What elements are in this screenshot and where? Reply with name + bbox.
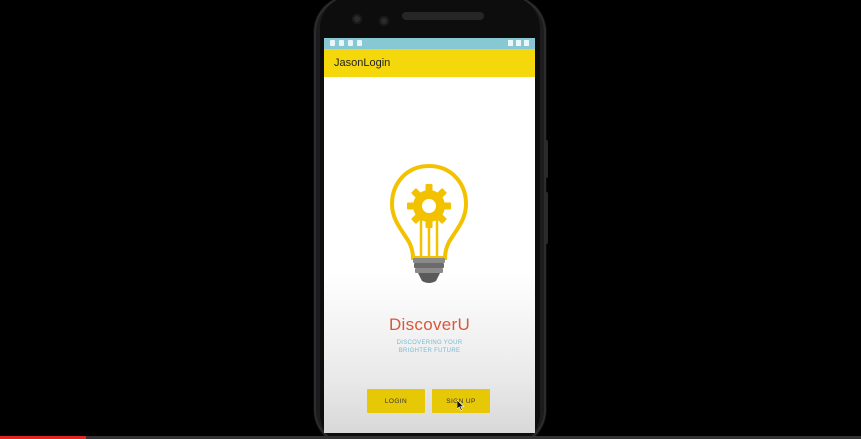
signal-icon: [516, 40, 521, 46]
status-bar: [324, 38, 535, 49]
main-content: DiscoverU DISCOVERING YOUR BRIGHTER FUTU…: [324, 77, 535, 433]
app-title: JasonLogin: [334, 57, 391, 69]
sensor-icon: [379, 16, 389, 26]
tagline-line-1: DISCOVERING YOUR: [396, 340, 463, 346]
login-button[interactable]: LOGIN: [367, 389, 425, 413]
notification-icon: [348, 40, 353, 46]
notification-icon: [339, 40, 344, 46]
wifi-icon: [508, 40, 513, 46]
video-frame: JasonLogin DiscoverU DISCOVERING YOUR BR…: [0, 0, 861, 439]
front-camera-icon: [352, 14, 362, 24]
lightbulb-gear-icon: [389, 163, 469, 283]
notification-icon: [357, 40, 362, 46]
notification-icons: [330, 40, 362, 46]
app-bar: JasonLogin: [324, 49, 535, 77]
app-screen: JasonLogin DiscoverU DISCOVERING YOUR BR…: [324, 38, 535, 433]
mouse-pointer-icon: [457, 400, 465, 411]
earpiece-speaker: [402, 12, 484, 20]
power-button: [545, 140, 548, 178]
tagline-line-2: BRIGHTER FUTURE: [398, 348, 461, 354]
battery-icon: [524, 40, 529, 46]
tagline: DISCOVERING YOUR BRIGHTER FUTURE: [324, 339, 535, 355]
volume-button: [545, 192, 548, 244]
notification-icon: [330, 40, 335, 46]
brand-name: DiscoverU: [388, 315, 471, 334]
system-icons: [508, 40, 529, 46]
